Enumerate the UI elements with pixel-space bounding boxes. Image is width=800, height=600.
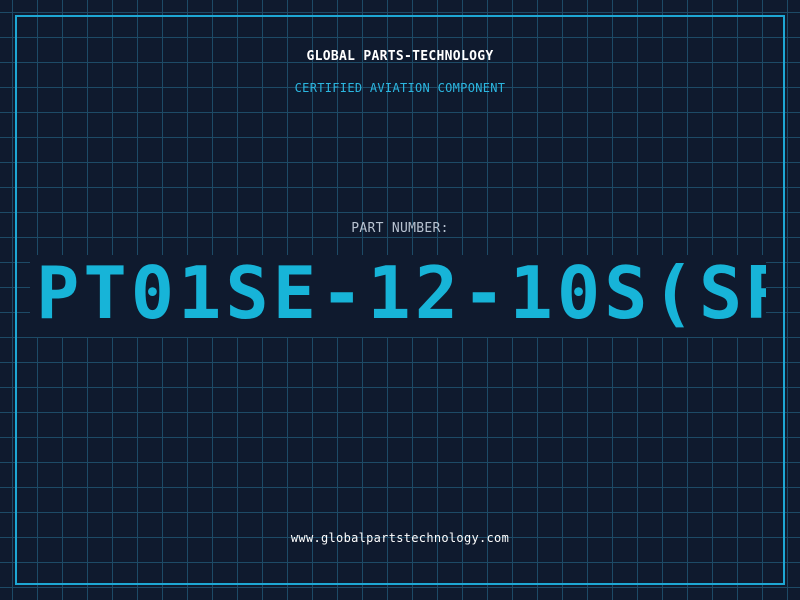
part-number-value: PT01SE-12-10S(SR [36, 255, 766, 335]
certificate-card: GLOBAL PARTS-TECHNOLOGY CERTIFIED AVIATI… [0, 0, 800, 600]
company-name: GLOBAL PARTS-TECHNOLOGY [306, 49, 494, 64]
tagline: CERTIFIED AVIATION COMPONENT [294, 81, 506, 95]
part-number-label: PART NUMBER: [351, 221, 449, 236]
website-url: www.globalpartstechnology.com [290, 531, 510, 545]
part-number-panel: PT01SE-12-10S(SR [30, 255, 766, 337]
